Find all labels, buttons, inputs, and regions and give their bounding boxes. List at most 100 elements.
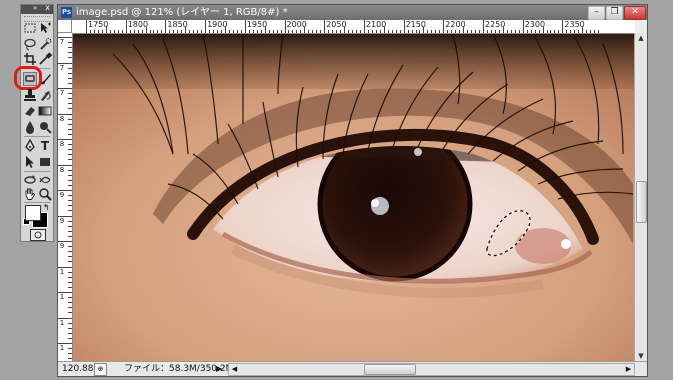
ruler-label: 7 [59, 63, 65, 72]
hand-tool[interactable] [23, 187, 37, 201]
close-button[interactable]: ✕ [624, 6, 646, 20]
ruler-minor-tick [68, 82, 72, 84]
ruler-minor-tick [526, 30, 528, 33]
ruler-minor-tick [467, 30, 469, 33]
ruler-label: 9 [59, 216, 65, 225]
ruler-minor-tick [89, 30, 91, 33]
ruler-minor-tick [68, 246, 72, 248]
clone-stamp-tool[interactable] [23, 88, 37, 102]
ruler-minor-tick [68, 251, 72, 253]
horizontal-scroll-thumb[interactable] [364, 364, 416, 375]
quick-mask-button[interactable] [30, 229, 46, 241]
ruler-minor-tick [181, 30, 183, 33]
ruler-minor-tick [220, 30, 222, 33]
zoom-tool[interactable] [38, 187, 52, 201]
image-canvas[interactable] [73, 34, 637, 363]
horizontal-ruler[interactable]: 1750 1800 1850 1900 1950 2000 2050 2100 2150 2200… [72, 20, 635, 34]
ruler-minor-tick [145, 27, 147, 33]
ruler-minor-tick [149, 30, 151, 33]
ruler-minor-tick [228, 30, 230, 33]
ruler-minor-tick [280, 30, 282, 33]
ruler-minor-tick [137, 30, 139, 33]
vertical-scrollbar[interactable]: ▲ ▼ [634, 33, 647, 362]
ruler-minor-tick [260, 30, 262, 33]
ruler-minor-tick [68, 98, 72, 100]
ruler-minor-tick [68, 297, 72, 299]
ruler-minor-tick [232, 30, 234, 33]
quick-select-icon [40, 38, 52, 50]
ruler-minor-tick [320, 30, 322, 33]
ruler-minor-tick [518, 30, 520, 33]
crop-tool[interactable] [23, 52, 37, 66]
lasso-icon [24, 38, 36, 51]
eyedropper-icon [39, 52, 52, 65]
ruler-minor-tick [109, 30, 111, 33]
vertical-ruler[interactable]: 7 7 7 8 8 8 9 9 9 1 1 1 1 [58, 33, 73, 362]
ruler-minor-tick [252, 30, 254, 33]
foreground-color-swatch[interactable] [25, 205, 41, 221]
ruler-major-tick [403, 20, 405, 33]
type-tool[interactable]: T [38, 139, 52, 153]
ruler-minor-tick [463, 27, 465, 33]
lasso-tool[interactable] [23, 37, 37, 51]
history-brush-tool[interactable] [38, 88, 52, 102]
ruler-minor-tick [68, 52, 72, 54]
history-brush-icon [41, 91, 51, 101]
3d-orbit-tool[interactable] [38, 173, 52, 187]
brush-tool[interactable] [38, 72, 52, 86]
scroll-right-icon[interactable]: ▶ [623, 364, 634, 375]
ruler-minor-tick [506, 30, 508, 33]
ruler-minor-tick [490, 30, 492, 33]
ruler-minor-tick [494, 30, 496, 33]
restore-button[interactable]: ❐ [606, 6, 623, 20]
ruler-minor-tick [411, 30, 413, 33]
tools-panel-header[interactable]: » x [21, 3, 53, 14]
3d-orbit-icon [39, 176, 51, 184]
ruler-minor-tick [399, 30, 401, 33]
ruler-minor-tick [68, 348, 72, 350]
horizontal-scrollbar[interactable]: ◀ ▶ [228, 363, 635, 376]
pen-tool[interactable] [23, 139, 37, 153]
document-title-bar[interactable]: Ps image.psd @ 121% (レイヤー 1, RGB/8#) * –… [58, 5, 647, 20]
clone-stamp-icon [24, 89, 36, 101]
rectangular-marquee-tool[interactable] [23, 21, 37, 35]
hand-icon [25, 188, 36, 200]
type-icon: T [40, 139, 50, 153]
ruler-origin[interactable] [58, 20, 72, 33]
swap-colors-icon[interactable]: ↰ [43, 203, 50, 212]
blur-tool[interactable] [23, 120, 37, 134]
eraser-tool[interactable] [23, 104, 37, 118]
ruler-minor-tick [68, 103, 72, 105]
ruler-minor-tick [248, 30, 250, 33]
ruler-minor-tick [68, 149, 72, 151]
ruler-minor-tick [68, 200, 72, 202]
ruler-minor-tick [209, 30, 211, 33]
minimize-button[interactable]: – [588, 6, 605, 20]
path-select-tool[interactable] [23, 155, 37, 169]
ruler-minor-tick [68, 72, 72, 74]
ruler-minor-tick [117, 30, 119, 33]
rectangular-marquee-icon [24, 23, 36, 33]
ruler-minor-tick [395, 30, 397, 33]
3d-rotate-tool[interactable] [23, 173, 37, 187]
gradient-tool[interactable] [38, 104, 52, 118]
ruler-major-tick [522, 20, 524, 33]
tool-separator [24, 136, 50, 137]
scroll-left-icon[interactable]: ◀ [229, 364, 240, 375]
move-tool[interactable] [38, 21, 52, 35]
status-menu-icon[interactable]: ▶ [216, 363, 222, 375]
eyedropper-tool[interactable] [38, 52, 52, 66]
close-icon[interactable]: x [45, 3, 50, 12]
collapse-icon[interactable]: » [33, 4, 37, 12]
ruler-minor-tick [68, 154, 72, 156]
ruler-minor-tick [534, 30, 536, 33]
ruler-minor-tick [68, 358, 72, 360]
shape-tool[interactable] [38, 155, 52, 169]
ruler-minor-tick [185, 27, 187, 33]
navigator-icon[interactable]: ⊕ [94, 363, 107, 376]
scroll-up-icon[interactable]: ▲ [635, 33, 647, 44]
ruler-minor-tick [479, 30, 481, 33]
quick-select-tool[interactable] [38, 37, 52, 51]
vertical-scroll-thumb[interactable] [636, 181, 647, 223]
dodge-tool[interactable] [38, 120, 52, 134]
